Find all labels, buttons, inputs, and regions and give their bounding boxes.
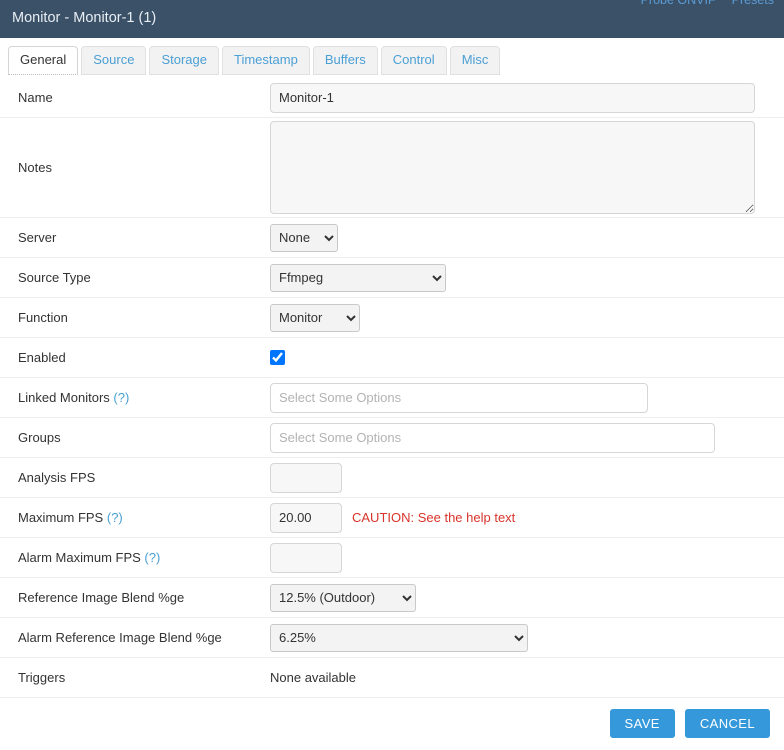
row-reference-image-blend: Reference Image Blend %ge 12.5% (Outdoor…: [0, 578, 784, 618]
tab-misc[interactable]: Misc: [449, 46, 501, 75]
alarm-maximum-fps-label-text: Alarm Maximum FPS: [18, 550, 141, 565]
monitor-general-form: Name Notes Server None Source Type Ffmpe…: [0, 78, 784, 698]
header-utility-links: Probe ONVIF Presets: [641, 0, 774, 7]
presets-link[interactable]: Presets: [732, 0, 774, 7]
row-maximum-fps: Maximum FPS (?) CAUTION: See the help te…: [0, 498, 784, 538]
function-label: Function: [18, 310, 68, 325]
dialog-footer: SAVE CANCEL: [609, 709, 770, 738]
row-analysis-fps: Analysis FPS: [0, 458, 784, 498]
row-linked-monitors: Linked Monitors (?): [0, 378, 784, 418]
name-input[interactable]: [270, 82, 755, 113]
maximum-fps-caution-text: CAUTION: See the help text: [352, 510, 516, 525]
groups-label: Groups: [18, 430, 61, 445]
alarm-reference-image-blend-label: Alarm Reference Image Blend %ge: [18, 630, 222, 645]
source-type-label: Source Type: [18, 270, 91, 285]
tab-storage[interactable]: Storage: [149, 46, 219, 75]
name-label: Name: [18, 90, 53, 105]
save-button[interactable]: SAVE: [609, 709, 675, 738]
triggers-label: Triggers: [18, 670, 66, 685]
page-title: Monitor - Monitor-1 (1): [12, 10, 157, 26]
linked-monitors-label: Linked Monitors (?): [0, 390, 270, 405]
notes-label: Notes: [18, 160, 52, 175]
tab-control[interactable]: Control: [380, 46, 447, 75]
maximum-fps-label-text: Maximum FPS: [18, 510, 104, 525]
maximum-fps-help-icon[interactable]: (?): [107, 510, 123, 525]
alarm-maximum-fps-label: Alarm Maximum FPS (?): [0, 550, 270, 565]
row-enabled: Enabled: [0, 338, 784, 378]
enabled-checkbox[interactable]: [270, 350, 285, 365]
source-type-select[interactable]: Ffmpeg: [270, 263, 446, 292]
notes-textarea[interactable]: [270, 121, 755, 214]
tab-buffers[interactable]: Buffers: [312, 46, 378, 75]
row-groups: Groups: [0, 418, 784, 458]
linked-monitors-help-icon[interactable]: (?): [113, 390, 129, 405]
groups-input[interactable]: [270, 422, 715, 453]
window-header: Probe ONVIF Presets Monitor - Monitor-1 …: [0, 0, 784, 38]
analysis-fps-label: Analysis FPS: [18, 470, 96, 485]
analysis-fps-input[interactable]: [270, 462, 342, 493]
maximum-fps-label: Maximum FPS (?): [0, 510, 270, 525]
row-notes: Notes: [0, 118, 784, 218]
triggers-value: None available: [270, 670, 357, 685]
probe-onvif-link[interactable]: Probe ONVIF: [641, 0, 716, 7]
row-name: Name: [0, 78, 784, 118]
linked-monitors-label-text: Linked Monitors: [18, 390, 110, 405]
cancel-button[interactable]: CANCEL: [684, 709, 770, 738]
enabled-label: Enabled: [18, 350, 66, 365]
tab-timestamp[interactable]: Timestamp: [222, 46, 310, 75]
alarm-maximum-fps-input[interactable]: [270, 542, 342, 573]
row-alarm-maximum-fps: Alarm Maximum FPS (?): [0, 538, 784, 578]
function-select[interactable]: Monitor: [270, 303, 360, 332]
row-triggers: Triggers None available: [0, 658, 784, 698]
row-alarm-reference-image-blend: Alarm Reference Image Blend %ge 6.25%: [0, 618, 784, 658]
server-label: Server: [18, 230, 57, 245]
server-select[interactable]: None: [270, 223, 338, 252]
tab-source[interactable]: Source: [81, 46, 147, 75]
tab-bar: General Source Storage Timestamp Buffers…: [0, 38, 784, 76]
reference-image-blend-label: Reference Image Blend %ge: [18, 590, 185, 605]
linked-monitors-input[interactable]: [270, 382, 648, 413]
row-function: Function Monitor: [0, 298, 784, 338]
alarm-reference-image-blend-select[interactable]: 6.25%: [270, 623, 528, 652]
row-source-type: Source Type Ffmpeg: [0, 258, 784, 298]
maximum-fps-input[interactable]: [270, 502, 342, 533]
alarm-maximum-fps-help-icon[interactable]: (?): [144, 550, 160, 565]
row-server: Server None: [0, 218, 784, 258]
tab-general[interactable]: General: [8, 46, 79, 75]
reference-image-blend-select[interactable]: 12.5% (Outdoor): [270, 583, 416, 612]
